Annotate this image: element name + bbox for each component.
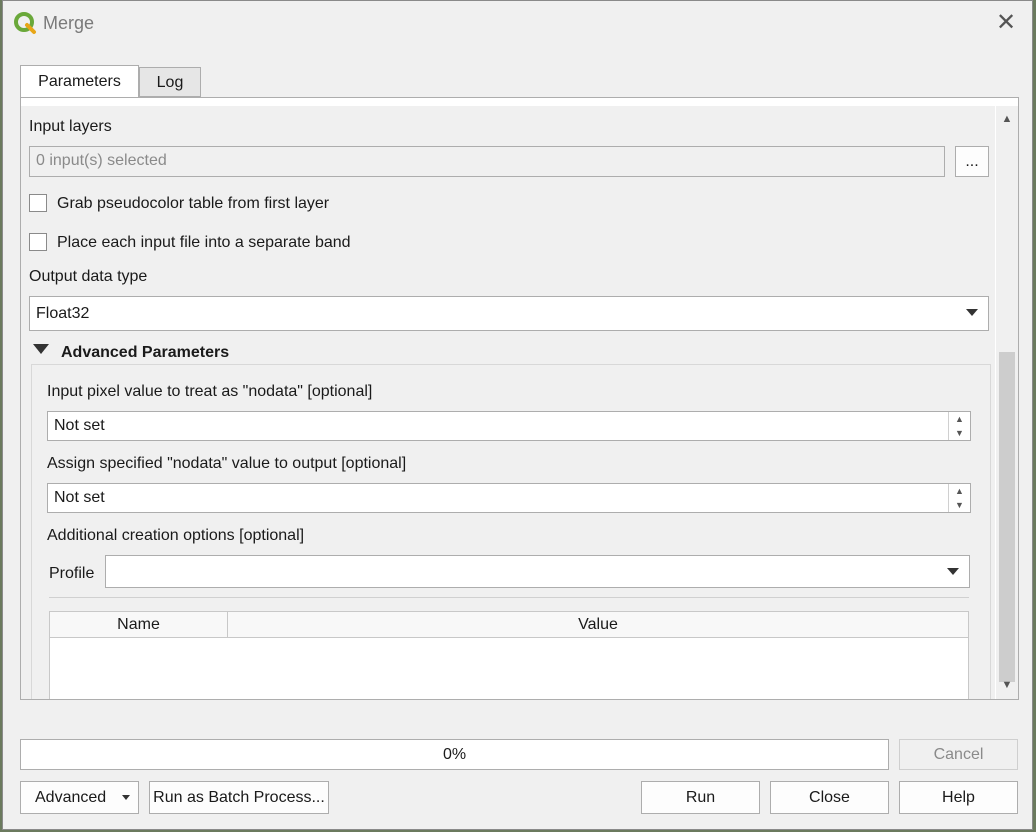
parameters-panel: Input layers 0 input(s) selected ... Gra… xyxy=(20,97,1019,700)
advanced-button[interactable]: Advanced xyxy=(20,781,139,814)
chevron-down-icon xyxy=(122,795,130,800)
grab-pseudocolor-checkbox[interactable] xyxy=(29,194,47,212)
progress-bar: 0% xyxy=(20,739,889,770)
close-icon[interactable]: ✕ xyxy=(992,9,1020,37)
spin-arrows-icon[interactable]: ▲ ▼ xyxy=(948,412,970,440)
divider xyxy=(49,597,969,598)
creation-options-label: Additional creation options [optional] xyxy=(47,527,305,544)
collapse-triangle-icon[interactable] xyxy=(33,344,49,354)
parameters-scroll-area: Input layers 0 input(s) selected ... Gra… xyxy=(21,106,995,699)
column-header-name[interactable]: Name xyxy=(50,612,228,638)
separate-band-checkbox[interactable] xyxy=(29,233,47,251)
advanced-parameters-header[interactable]: Advanced Parameters xyxy=(61,344,229,362)
separate-band-label: Place each input file into a separate ba… xyxy=(57,234,351,251)
profile-label: Profile xyxy=(49,565,95,582)
input-layers-label: Input layers xyxy=(29,118,112,135)
nodata-output-label: Assign specified "nodata" value to outpu… xyxy=(47,455,407,472)
advanced-parameters-group: Input pixel value to treat as "nodata" [… xyxy=(31,364,991,699)
input-layers-field[interactable]: 0 input(s) selected xyxy=(29,146,945,177)
creation-options-table: Name Value xyxy=(49,611,969,699)
column-header-value[interactable]: Value xyxy=(228,612,968,638)
title-bar: Merge ✕ xyxy=(3,1,1032,47)
merge-dialog: Merge ✕ Parameters Log Input layers 0 in… xyxy=(2,0,1033,830)
run-button[interactable]: Run xyxy=(641,781,760,814)
output-data-type-select[interactable]: Float32 xyxy=(29,296,989,331)
nodata-output-spinbox[interactable]: Not set ▲ ▼ xyxy=(47,483,971,513)
tab-parameters[interactable]: Parameters xyxy=(20,65,139,98)
scroll-up-icon[interactable]: ▲ xyxy=(996,110,1018,128)
nodata-input-label: Input pixel value to treat as "nodata" [… xyxy=(47,383,373,400)
browse-input-layers-button[interactable]: ... xyxy=(955,146,989,177)
chevron-down-icon xyxy=(966,309,978,316)
grab-pseudocolor-label: Grab pseudocolor table from first layer xyxy=(57,195,330,212)
scrollbar-thumb[interactable] xyxy=(999,352,1015,682)
help-button[interactable]: Help xyxy=(899,781,1018,814)
qgis-logo-icon xyxy=(14,12,36,34)
output-data-type-label: Output data type xyxy=(29,268,148,285)
spin-arrows-icon[interactable]: ▲ ▼ xyxy=(948,484,970,512)
tab-log[interactable]: Log xyxy=(139,67,201,97)
chevron-down-icon xyxy=(947,568,959,575)
advanced-button-label: Advanced xyxy=(35,789,107,806)
close-button[interactable]: Close xyxy=(770,781,889,814)
run-as-batch-button[interactable]: Run as Batch Process... xyxy=(149,781,329,814)
window-title: Merge xyxy=(43,13,95,33)
profile-select[interactable] xyxy=(105,555,970,588)
nodata-input-value: Not set xyxy=(54,417,105,434)
nodata-input-spinbox[interactable]: Not set ▲ ▼ xyxy=(47,411,971,441)
vertical-scrollbar[interactable]: ▲ ▼ xyxy=(996,106,1018,699)
progress-text: 0% xyxy=(442,746,467,763)
nodata-output-value: Not set xyxy=(54,489,105,506)
scroll-down-icon[interactable]: ▼ xyxy=(996,676,1018,694)
cancel-button[interactable]: Cancel xyxy=(899,739,1018,770)
output-data-type-value: Float32 xyxy=(36,305,90,322)
